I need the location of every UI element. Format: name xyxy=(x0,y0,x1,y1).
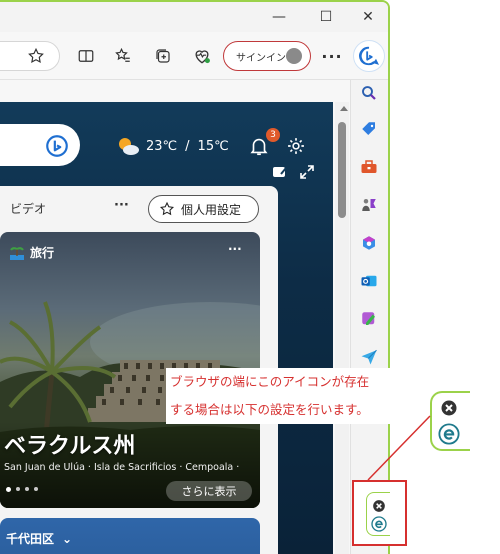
card2-title-label: 千代田区 xyxy=(6,532,55,546)
card2-title[interactable]: 千代田区 ⌄ xyxy=(6,530,72,547)
avatar-icon xyxy=(286,48,302,64)
chevron-down-icon: ⌄ xyxy=(62,531,73,546)
tools-icon[interactable] xyxy=(360,158,380,178)
title-bar: — ☐ ✕ xyxy=(0,2,388,32)
temp-low: 15℃ xyxy=(197,138,229,154)
annotation-line-1: ブラウザの端にこのアイコンが存在 xyxy=(170,374,370,389)
shopping-tag-icon[interactable] xyxy=(360,120,380,140)
send-icon[interactable] xyxy=(360,348,380,368)
favorites-icon[interactable] xyxy=(111,44,135,68)
carousel-dot[interactable] xyxy=(16,487,20,491)
split-screen-icon[interactable] xyxy=(74,44,98,68)
more-options-button[interactable]: ··· xyxy=(320,44,344,68)
partly-cloudy-icon xyxy=(116,135,139,157)
tab-video[interactable]: ビデオ xyxy=(10,200,46,217)
collections-icon[interactable] xyxy=(151,44,175,68)
signin-button[interactable]: サインイン xyxy=(223,41,311,71)
carousel-dots[interactable] xyxy=(6,487,38,492)
signin-label: サインイン xyxy=(236,52,286,64)
scroll-thumb[interactable] xyxy=(338,122,346,218)
weather-area-card[interactable]: 千代田区 ⌄ xyxy=(0,518,260,554)
maximize-button[interactable]: ☐ xyxy=(311,6,341,28)
new-tab-page: 23℃ / 15℃ 3 ビデオ ··· 個人用設定 旅行 ··· ベラクルス州 … xyxy=(0,102,333,554)
settings-gear-icon[interactable] xyxy=(286,136,306,156)
close-circle-icon[interactable] xyxy=(372,498,386,512)
card-title[interactable]: ベラクルス州 xyxy=(4,428,135,460)
microsoft365-icon[interactable] xyxy=(360,234,380,254)
minimize-button[interactable]: — xyxy=(264,6,294,28)
personalize-label: 個人用設定 xyxy=(181,202,242,217)
search-box[interactable] xyxy=(0,124,80,166)
sparkle-star-icon xyxy=(159,201,175,216)
games-icon[interactable] xyxy=(360,196,380,216)
temp-separator: / xyxy=(185,138,190,154)
annotation-line-2: する場合は以下の設定を行います。 xyxy=(170,402,369,417)
card-category: 旅行 xyxy=(10,244,54,261)
outlook-icon[interactable] xyxy=(360,272,380,292)
scroll-up-arrow-icon[interactable] xyxy=(340,106,348,111)
search-icon[interactable] xyxy=(360,84,380,104)
weather-widget[interactable]: 23℃ / 15℃ xyxy=(116,134,229,158)
carousel-dot[interactable] xyxy=(25,487,29,491)
expand-icon[interactable] xyxy=(300,164,314,179)
browser-essentials-icon[interactable] xyxy=(190,44,214,68)
designer-icon[interactable] xyxy=(360,310,380,330)
edge-bar-e-icon[interactable] xyxy=(438,423,460,445)
card-more-button[interactable]: ··· xyxy=(228,242,242,256)
notification-count-badge: 3 xyxy=(266,128,280,142)
close-circle-icon[interactable] xyxy=(440,399,458,417)
annotation-text: ブラウザの端にこのアイコンが存在 する場合は以下の設定を行います。 xyxy=(166,368,416,424)
star-icon[interactable] xyxy=(24,44,48,68)
bing-search-icon[interactable] xyxy=(44,133,70,159)
carousel-dot[interactable] xyxy=(6,487,11,492)
show-more-button[interactable]: さらに表示 xyxy=(166,481,252,501)
edge-bar-e-icon[interactable] xyxy=(371,516,387,532)
screenshot-stage: — ☐ ✕ サインイン ··· 23℃ / 15℃ 3 ビデオ ··· 個人用設… xyxy=(0,0,500,554)
personalize-button[interactable]: 個人用設定 xyxy=(148,195,259,223)
edge-bar-callout-large xyxy=(430,391,470,451)
browser-toolbar: サインイン ··· xyxy=(0,32,388,80)
bing-copilot-icon[interactable] xyxy=(353,40,385,72)
browser-window: — ☐ ✕ サインイン ··· 23℃ / 15℃ 3 ビデオ ··· 個人用設… xyxy=(0,0,390,554)
feed-more-button[interactable]: ··· xyxy=(114,198,129,213)
temp-high: 23℃ xyxy=(146,138,178,154)
carousel-dot[interactable] xyxy=(34,487,38,491)
edge-bar-callout-small xyxy=(366,492,390,536)
card-subtitle: San Juan de Ulúa · Isla de Sacrificios ·… xyxy=(4,462,240,473)
card-category-label: 旅行 xyxy=(30,246,55,260)
edit-background-icon[interactable] xyxy=(272,164,288,178)
close-window-button[interactable]: ✕ xyxy=(353,6,383,28)
travel-icon xyxy=(10,246,24,260)
